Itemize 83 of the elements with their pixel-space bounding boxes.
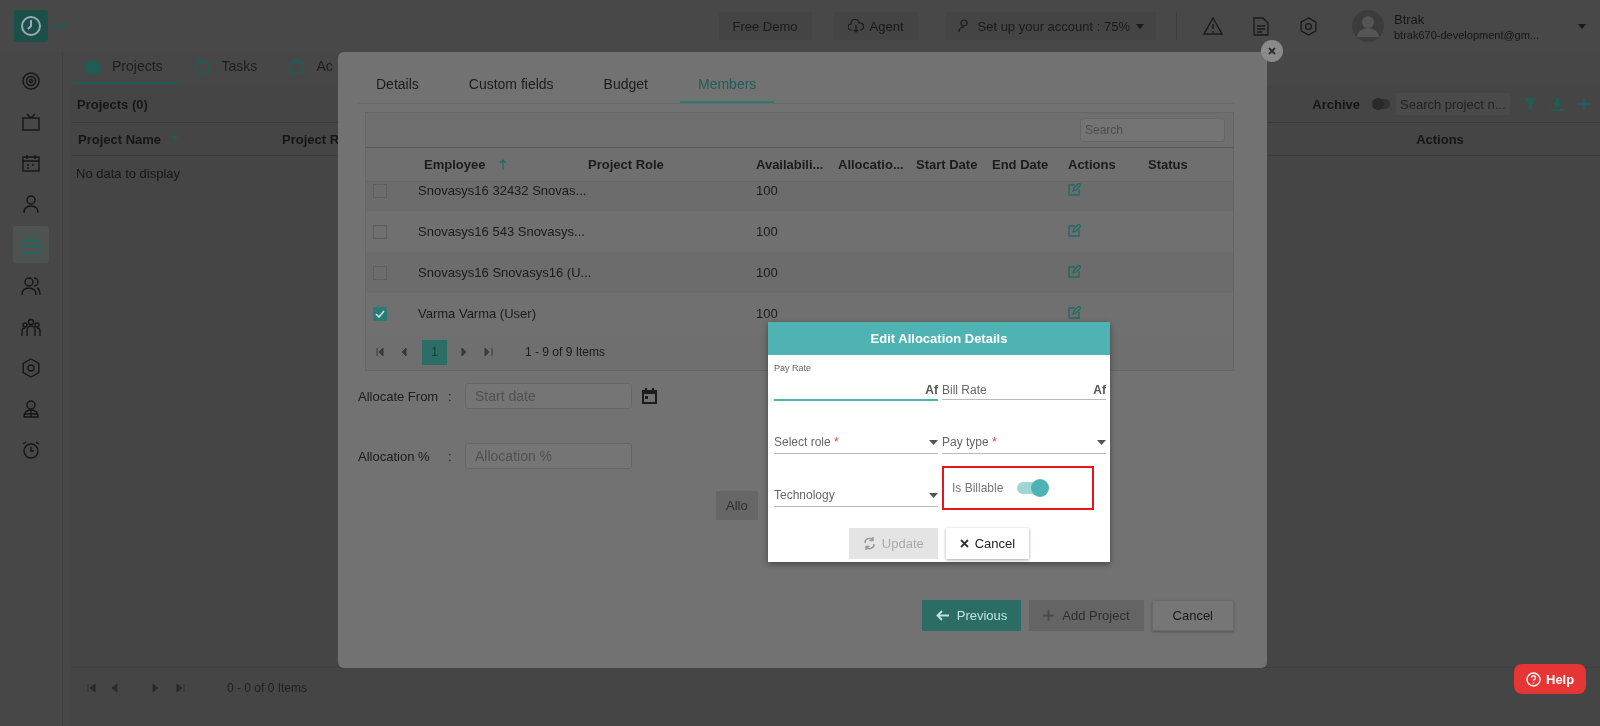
sort-up-icon[interactable]	[499, 159, 508, 170]
edit-icon[interactable]	[1068, 305, 1081, 319]
download-icon[interactable]	[1551, 97, 1564, 111]
pager-forward-icon[interactable]	[461, 348, 493, 356]
colon-text: :	[448, 448, 453, 464]
column-header[interactable]: Actions	[1068, 157, 1148, 172]
help-icon	[1526, 671, 1541, 687]
cancel-button[interactable]: Cancel	[1151, 600, 1234, 631]
briefcase-icon	[85, 58, 100, 74]
table-cell-text: 100	[756, 306, 779, 321]
target-icon	[21, 70, 41, 91]
refresh-icon	[862, 537, 876, 550]
table-cell-text: 100	[756, 265, 779, 280]
pager-back-icon[interactable]	[376, 348, 408, 356]
alarm-icon	[21, 439, 41, 460]
calendar-icon[interactable]	[642, 388, 657, 404]
archive-toggle[interactable]	[1372, 99, 1390, 109]
previous-button[interactable]: Previous	[921, 600, 1022, 631]
briefcase-icon	[21, 234, 41, 255]
edit-icon[interactable]	[1068, 264, 1081, 278]
monitor-icon	[21, 111, 41, 132]
person-icon	[21, 193, 41, 214]
table-cell-text: Snovasys16 543 Snovasys...	[418, 224, 586, 239]
sort-up-icon[interactable]	[171, 133, 180, 145]
pager-arrows-icon[interactable]	[87, 683, 187, 693]
row-checkbox[interactable]	[373, 306, 387, 321]
add-icon[interactable]	[1578, 98, 1590, 110]
avatar-icon[interactable]	[1352, 10, 1384, 42]
column-header[interactable]: Status	[1148, 157, 1225, 172]
column-header[interactable]: Employee	[418, 157, 588, 172]
cancel-button[interactable]: Cancel	[945, 528, 1030, 559]
calendar-icon	[21, 152, 41, 173]
caret-icon	[929, 439, 938, 445]
table-cell-text: 100	[756, 224, 779, 239]
cloud-icon	[847, 19, 864, 33]
gear-icon	[21, 357, 41, 378]
pager-summary: 1 - 9 of 9 Items	[525, 345, 606, 359]
dialog-title: Edit Allocation Details	[768, 322, 1110, 355]
people-icon	[21, 275, 41, 296]
close-icon	[1267, 46, 1277, 56]
group-icon	[21, 316, 41, 337]
select-field[interactable]: Technology	[774, 470, 938, 507]
column-header[interactable]: Allocatio...	[838, 157, 916, 172]
modal-tab[interactable]: Budget	[585, 70, 666, 103]
select-field[interactable]: Pay type *	[942, 417, 1106, 454]
caret-icon[interactable]	[1578, 23, 1586, 29]
caret-icon	[1136, 23, 1144, 29]
table-cell-text: Varma Varma (User)	[418, 306, 537, 321]
rate-field[interactable]: Pay Rate Af	[774, 363, 938, 401]
briefcase-icon	[194, 58, 210, 74]
column-header[interactable]: End Date	[992, 157, 1068, 172]
modal-tab[interactable]: Details	[358, 70, 437, 103]
expand-icon[interactable]	[52, 22, 68, 30]
colon-text: :	[448, 388, 453, 404]
badge-icon	[21, 398, 41, 419]
column-header[interactable]: Availabili...	[756, 157, 838, 172]
caret-icon	[929, 492, 938, 498]
allocate-button[interactable]: Allo	[716, 491, 758, 520]
table-cell-text: 100	[756, 183, 779, 198]
close-icon	[959, 539, 969, 548]
sidebar-briefcase-item[interactable]	[13, 226, 49, 263]
filter-icon[interactable]	[1524, 97, 1537, 111]
briefcase-icon	[289, 58, 305, 74]
arrow-left-icon	[935, 610, 949, 621]
help-button[interactable]: Help	[1514, 664, 1587, 694]
field-label: Allocate From	[358, 388, 440, 404]
table-cell: Snovasys16 32432 Snovas...	[418, 183, 588, 198]
toggle-label: Is Billable	[952, 481, 1004, 495]
settings-icon[interactable]	[1299, 16, 1318, 36]
column-header[interactable]: Start Date	[916, 157, 992, 172]
edit-icon[interactable]	[1068, 223, 1081, 237]
billable-switch[interactable]	[1017, 482, 1048, 494]
column-header[interactable]: Project Role	[588, 157, 756, 172]
app-logo[interactable]	[14, 10, 48, 42]
edit-icon[interactable]	[1068, 182, 1081, 196]
caret-icon	[1097, 439, 1106, 445]
warning-icon[interactable]	[1203, 17, 1223, 35]
plus-icon	[1043, 610, 1055, 621]
field-label: Allocation %	[358, 448, 431, 464]
rate-field[interactable]: Bill Rate Af	[942, 363, 1106, 400]
document-icon[interactable]	[1253, 16, 1269, 36]
select-field[interactable]: Select role *	[774, 417, 938, 454]
modal-tab[interactable]: Custom fields	[450, 70, 572, 103]
